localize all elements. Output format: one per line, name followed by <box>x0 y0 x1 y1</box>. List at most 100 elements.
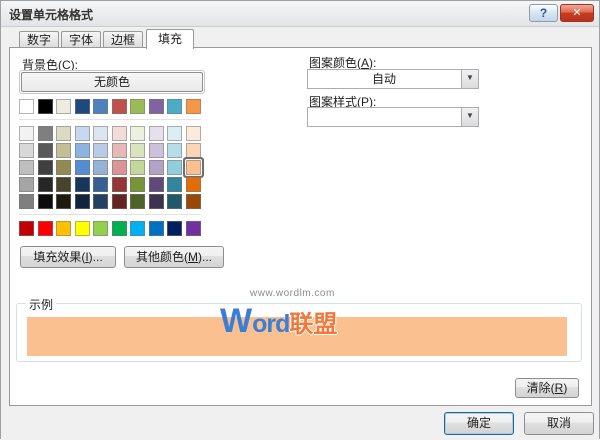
color-swatch[interactable] <box>186 99 201 114</box>
color-swatch[interactable] <box>130 160 145 175</box>
color-swatch[interactable] <box>112 160 127 175</box>
color-swatch[interactable] <box>38 221 53 236</box>
color-swatch[interactable] <box>167 194 182 209</box>
color-swatch[interactable] <box>19 177 34 192</box>
color-swatch[interactable] <box>130 99 145 114</box>
color-swatch[interactable] <box>93 194 108 209</box>
color-swatch[interactable] <box>38 126 53 141</box>
color-swatch[interactable] <box>149 126 164 141</box>
color-swatch[interactable] <box>19 194 34 209</box>
color-swatch[interactable] <box>19 160 34 175</box>
color-swatch[interactable] <box>75 126 90 141</box>
color-swatch[interactable] <box>38 177 53 192</box>
color-swatch[interactable] <box>19 126 34 141</box>
color-swatch[interactable] <box>93 126 108 141</box>
color-swatch[interactable] <box>167 177 182 192</box>
color-swatch[interactable] <box>186 143 201 158</box>
color-swatch[interactable] <box>56 143 71 158</box>
color-swatch[interactable] <box>56 99 71 114</box>
color-swatch[interactable] <box>75 177 90 192</box>
color-swatch[interactable] <box>112 99 127 114</box>
sample-fill-preview <box>27 317 567 356</box>
close-button[interactable]: ✕ <box>560 4 594 22</box>
color-swatch[interactable] <box>56 221 71 236</box>
help-icon: ? <box>540 6 547 20</box>
color-swatch[interactable] <box>167 99 182 114</box>
color-swatch[interactable] <box>93 177 108 192</box>
color-swatch[interactable] <box>56 194 71 209</box>
color-swatch[interactable] <box>149 221 164 236</box>
color-swatch[interactable] <box>186 177 201 192</box>
color-swatch[interactable] <box>149 99 164 114</box>
color-swatch[interactable] <box>112 194 127 209</box>
color-swatch[interactable] <box>112 221 127 236</box>
color-swatch[interactable] <box>186 194 201 209</box>
color-palette <box>19 99 201 239</box>
color-swatch[interactable] <box>19 99 34 114</box>
color-swatch[interactable] <box>56 126 71 141</box>
dialog-footer: 确定 取消 <box>1 406 599 440</box>
fill-tab-panel: 背景色(C): 无颜色 填充效果(I)... 其他颜色(M)... 图案颜色(A… <box>9 47 592 406</box>
palette-divider <box>19 214 201 215</box>
tab-font[interactable]: 字体 <box>61 31 101 48</box>
color-swatch[interactable] <box>19 143 34 158</box>
color-swatch[interactable] <box>93 160 108 175</box>
close-icon: ✕ <box>572 7 581 19</box>
palette-divider <box>19 119 201 120</box>
cancel-button[interactable]: 取消 <box>524 412 594 435</box>
pattern-style-combo[interactable]: ▼ <box>307 107 479 127</box>
pattern-color-combo[interactable]: 自动 ▼ <box>307 69 479 89</box>
color-swatch[interactable] <box>112 177 127 192</box>
clear-button[interactable]: 清除(R) <box>515 378 579 398</box>
fill-effects-button[interactable]: 填充效果(I)... <box>20 246 116 268</box>
tab-fill[interactable]: 填充 <box>146 29 194 49</box>
format-cells-dialog: 设置单元格格式 ? ✕ 数字 字体 边框 填充 背景色(C): 无颜色 填充效果… <box>0 0 600 439</box>
color-swatch[interactable] <box>149 143 164 158</box>
color-swatch[interactable] <box>93 99 108 114</box>
more-colors-button[interactable]: 其他颜色(M)... <box>124 246 224 268</box>
color-swatch[interactable] <box>130 126 145 141</box>
titlebar: 设置单元格格式 ? ✕ <box>1 1 599 27</box>
color-swatch[interactable] <box>167 143 182 158</box>
color-swatch[interactable] <box>38 143 53 158</box>
help-button[interactable]: ? <box>529 4 558 22</box>
color-swatch[interactable] <box>186 221 201 236</box>
color-swatch[interactable] <box>75 99 90 114</box>
dialog-title: 设置单元格格式 <box>9 6 93 23</box>
color-swatch[interactable] <box>130 143 145 158</box>
color-swatch[interactable] <box>130 177 145 192</box>
color-swatch[interactable] <box>149 160 164 175</box>
color-swatch[interactable] <box>93 143 108 158</box>
color-swatch[interactable] <box>38 194 53 209</box>
color-swatch[interactable] <box>75 160 90 175</box>
color-swatch[interactable] <box>19 221 34 236</box>
pattern-style-value <box>308 108 460 126</box>
watermark-url: www.wordlm.com <box>250 288 335 299</box>
color-swatch[interactable] <box>149 177 164 192</box>
color-swatch[interactable] <box>38 160 53 175</box>
color-swatch[interactable] <box>56 177 71 192</box>
color-swatch[interactable] <box>167 126 182 141</box>
color-swatch[interactable] <box>167 160 182 175</box>
color-swatch[interactable] <box>167 221 182 236</box>
tab-number[interactable]: 数字 <box>19 31 59 48</box>
color-swatch[interactable] <box>38 99 53 114</box>
color-swatch-selected[interactable] <box>186 160 201 175</box>
color-swatch[interactable] <box>130 221 145 236</box>
color-swatch[interactable] <box>93 221 108 236</box>
color-swatch[interactable] <box>112 143 127 158</box>
chevron-down-icon[interactable]: ▼ <box>461 70 478 88</box>
color-swatch[interactable] <box>75 194 90 209</box>
chevron-down-icon[interactable]: ▼ <box>461 108 478 126</box>
color-swatch[interactable] <box>75 143 90 158</box>
no-color-button[interactable]: 无颜色 <box>19 70 205 94</box>
color-swatch[interactable] <box>149 194 164 209</box>
color-swatch[interactable] <box>75 221 90 236</box>
color-swatch[interactable] <box>130 194 145 209</box>
color-swatch[interactable] <box>112 126 127 141</box>
ok-button[interactable]: 确定 <box>444 412 514 435</box>
tab-border[interactable]: 边框 <box>103 31 143 48</box>
color-swatch[interactable] <box>56 160 71 175</box>
sample-label: 示例 <box>26 296 56 313</box>
color-swatch[interactable] <box>186 126 201 141</box>
